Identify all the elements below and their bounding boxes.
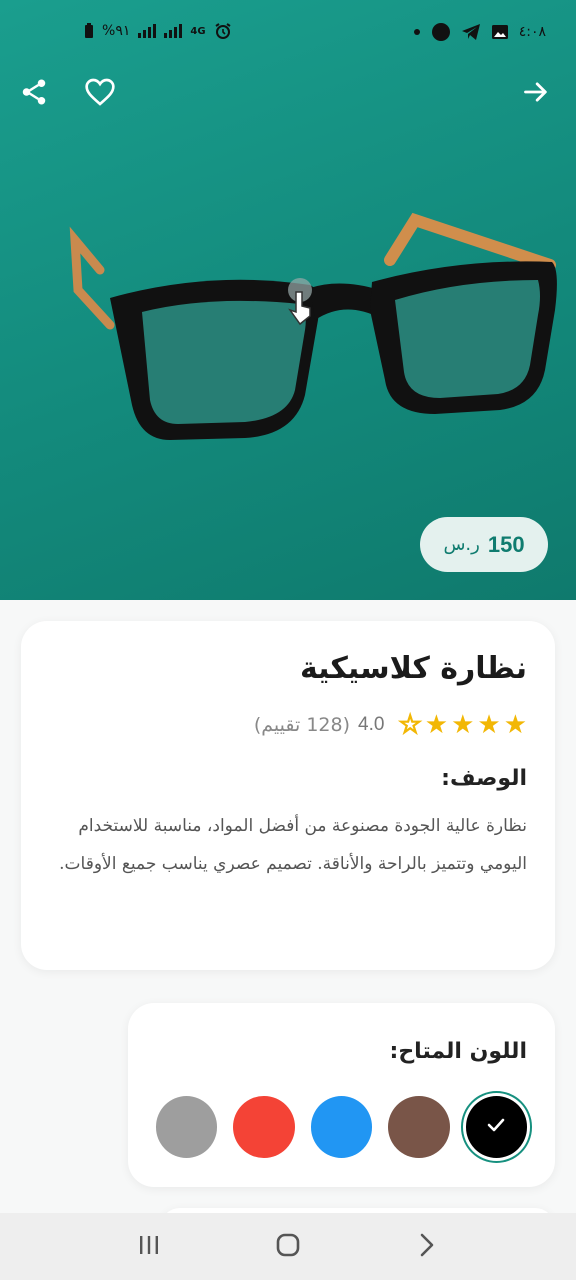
app-badge-icon	[431, 22, 451, 42]
description-text: نظارة عالية الجودة مصنوعة من أفضل المواد…	[59, 816, 527, 874]
heart-outline-icon	[84, 77, 116, 111]
home-icon	[275, 1232, 301, 1262]
arrow-right-icon	[522, 78, 550, 110]
color-swatch-gray[interactable]	[155, 1096, 218, 1158]
signal-icon	[138, 24, 157, 38]
dot-icon	[413, 28, 421, 36]
color-swatch-red[interactable]	[233, 1096, 295, 1158]
price-badge: 150 ر.س	[420, 517, 548, 572]
colors-label: اللون المتاح:	[389, 1039, 527, 1064]
battery-percent: %٩١	[102, 23, 131, 39]
rating-stars: ★ ★ ★ ★ ☆	[398, 710, 527, 740]
signal-icon-2	[164, 24, 183, 38]
alarm-icon	[214, 22, 232, 40]
gallery-icon	[491, 24, 509, 40]
price-currency: ر.س	[443, 534, 480, 555]
chevron-right-icon	[417, 1232, 437, 1262]
status-right: ٤:٠٨	[413, 22, 546, 42]
rating-value: 4.0	[358, 714, 385, 735]
clock-time: ٤:٠٨	[518, 24, 546, 40]
battery-icon	[84, 23, 94, 39]
price-amount: 150	[487, 531, 525, 557]
color-swatch-black[interactable]	[465, 1096, 527, 1158]
product-info-card: نظارة كلاسيكية ★ ★ ★ ★ ☆ 4.0 (128 تقييم)…	[21, 621, 555, 970]
star-outline-icon: ☆	[398, 710, 423, 740]
color-swatch-brown[interactable]	[388, 1096, 450, 1158]
share-button[interactable]	[12, 72, 56, 116]
rating-count: (128 تقييم)	[253, 714, 351, 736]
color-selection-card: اللون المتاح:	[128, 1003, 555, 1187]
status-bar: %٩١ 4G ٤:٠٨	[0, 0, 576, 70]
system-nav-bar	[0, 1213, 576, 1280]
star-filled-icon: ★	[477, 710, 501, 740]
recents-icon	[137, 1233, 161, 1261]
star-filled-icon: ★	[451, 710, 475, 740]
check-icon	[484, 1113, 508, 1141]
network-type: 4G	[190, 25, 206, 37]
color-swatch-blue[interactable]	[310, 1096, 373, 1158]
description-label: الوصف:	[441, 766, 527, 791]
status-left: %٩١ 4G	[84, 22, 232, 40]
telegram-icon	[461, 23, 481, 41]
product-image	[60, 200, 570, 460]
star-filled-icon: ★	[503, 710, 527, 740]
recent-apps-button[interactable]	[119, 1222, 179, 1272]
product-title: نظارة كلاسيكية	[299, 651, 527, 686]
share-icon	[19, 77, 49, 111]
back-button[interactable]	[514, 72, 558, 116]
star-filled-icon: ★	[424, 710, 449, 740]
color-swatches	[155, 1096, 527, 1158]
nav-back-button[interactable]	[397, 1222, 457, 1272]
rating-row: ★ ★ ★ ★ ☆ 4.0 (128 تقييم)	[49, 710, 527, 740]
home-button[interactable]	[258, 1222, 318, 1272]
product-hero: %٩١ 4G ٤:٠٨ 150 ر.س	[0, 0, 576, 600]
favorite-button[interactable]	[78, 72, 122, 116]
